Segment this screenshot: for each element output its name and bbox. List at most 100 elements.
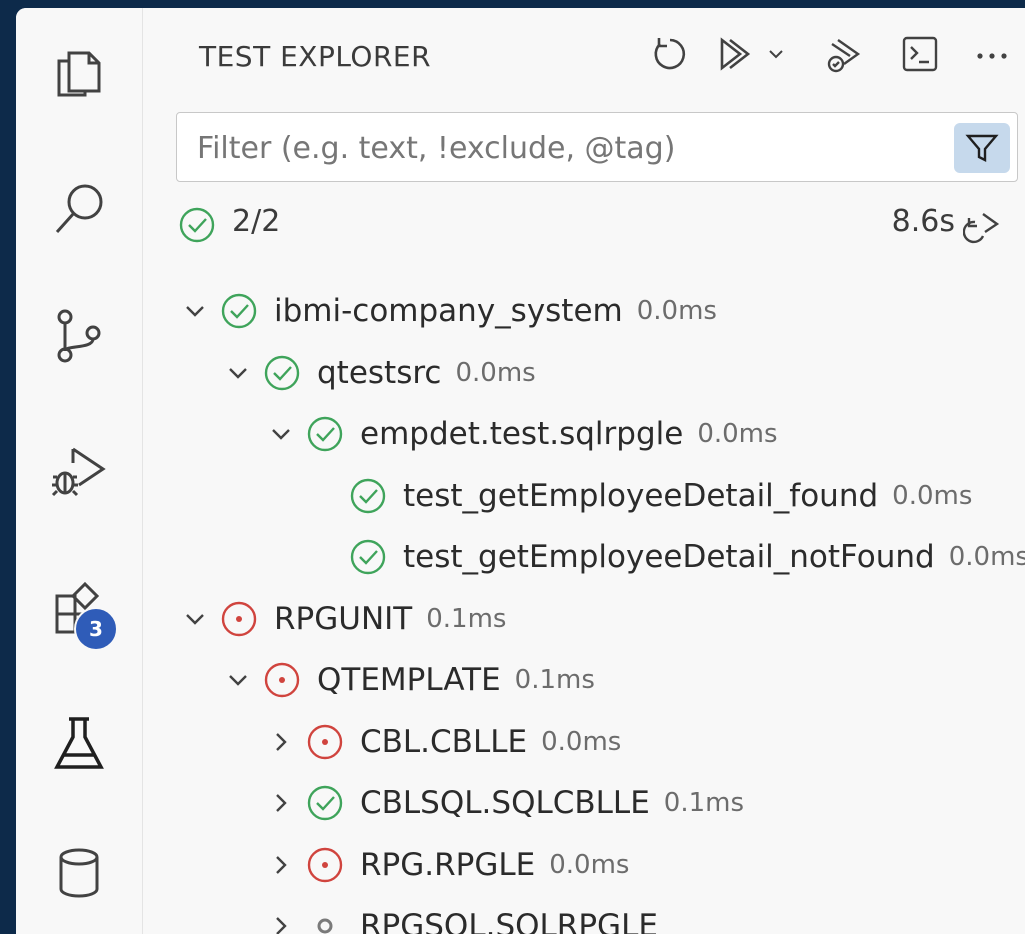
passed-icon xyxy=(350,539,386,575)
test-status xyxy=(263,661,301,699)
filter-input[interactable] xyxy=(195,123,939,173)
test-label: qtestsrc xyxy=(317,354,442,391)
skipped-icon xyxy=(317,918,333,934)
test-status xyxy=(349,538,387,576)
test-status xyxy=(306,415,344,453)
test-summary: 2/2 8.6s xyxy=(176,200,1009,244)
test-label: CBLSQL.SQLCBLLE xyxy=(360,785,650,821)
chevron-down-icon[interactable] xyxy=(178,602,212,636)
run-all-tests-button[interactable] xyxy=(711,32,761,76)
test-status xyxy=(306,784,344,822)
filter-options-button[interactable] xyxy=(954,123,1010,173)
test-label: RPGSQL.SQLRPGLE xyxy=(360,908,658,934)
failed-icon xyxy=(221,601,257,636)
passed-icon xyxy=(307,416,343,452)
chevron-down-icon[interactable] xyxy=(178,294,212,328)
total-duration: 8.6s xyxy=(891,204,955,239)
test-duration: 0.0ms xyxy=(697,419,778,449)
test-duration: 0.0ms xyxy=(892,480,973,511)
test-status xyxy=(306,846,344,884)
tree-item[interactable]: QTEMPLATE 0.1ms xyxy=(143,649,1025,711)
chevron-down-icon[interactable] xyxy=(264,417,298,451)
tree-item[interactable]: CBLSQL.SQLCBLLE 0.1ms xyxy=(143,772,1025,834)
chevron-down-icon[interactable] xyxy=(221,663,255,697)
test-label: RPGUNIT xyxy=(274,600,413,637)
tree-item[interactable]: RPG.RPGLE 0.0ms xyxy=(143,834,1025,896)
run-continuous-button[interactable] xyxy=(819,32,869,76)
filter-box xyxy=(176,112,1018,182)
test-duration: 0.1ms xyxy=(663,788,745,818)
refresh-tests-button[interactable] xyxy=(643,32,693,76)
test-label: ibmi-company_system xyxy=(274,293,623,329)
run-options-dropdown[interactable] xyxy=(763,32,789,76)
test-duration: 0.0ms xyxy=(549,849,630,880)
activity-bar: 3 xyxy=(16,8,143,934)
failed-icon xyxy=(307,847,343,882)
tree-item[interactable]: qtestsrc 0.0ms xyxy=(143,342,1025,404)
activity-search[interactable] xyxy=(16,173,142,243)
passed-icon xyxy=(350,478,386,513)
passed-icon xyxy=(307,785,343,821)
show-output-button[interactable] xyxy=(895,32,945,76)
test-count: 2/2 xyxy=(232,204,281,239)
terminal-icon xyxy=(902,36,938,72)
activity-extensions[interactable]: 3 xyxy=(16,573,142,651)
activity-source-control[interactable] xyxy=(16,300,142,370)
panel-header: TEST EXPLORER xyxy=(143,8,1025,100)
test-label: test_getEmployeeDetail_notFound xyxy=(403,539,935,575)
panel-title: TEST EXPLORER xyxy=(199,40,432,73)
test-status xyxy=(306,907,344,934)
test-label: empdet.test.sqlrpgle xyxy=(360,416,684,452)
tree-item[interactable]: CBL.CBLLE 0.0ms xyxy=(143,711,1025,773)
tree-item[interactable]: ibmi-company_system 0.0ms xyxy=(143,280,1025,342)
rerun-icon[interactable] xyxy=(963,206,1003,246)
more-icon xyxy=(977,53,1007,59)
files-icon xyxy=(57,51,101,97)
tree-item[interactable]: test_getEmployeeDetail_found 0.0ms xyxy=(143,465,1025,527)
test-status xyxy=(349,477,387,515)
run-continuous-icon xyxy=(827,39,861,73)
tree-item[interactable]: empdet.test.sqlrpgle 0.0ms xyxy=(143,403,1025,465)
test-duration: 0.0ms xyxy=(636,296,717,326)
passed-icon xyxy=(179,207,215,243)
test-duration: 0.1ms xyxy=(514,665,595,695)
tree-item[interactable]: RPGUNIT 0.1ms xyxy=(143,588,1025,650)
test-label: CBL.CBLLE xyxy=(360,723,528,760)
database-icon xyxy=(59,848,99,898)
run-debug-icon xyxy=(51,447,106,497)
extensions-badge: 3 xyxy=(74,607,118,651)
passed-icon xyxy=(221,293,257,329)
test-duration: 0.1ms xyxy=(426,603,507,634)
filter-icon xyxy=(965,134,999,162)
chevron-right-icon[interactable] xyxy=(264,786,298,820)
more-actions-button[interactable] xyxy=(967,32,1017,76)
chevron-right-icon[interactable] xyxy=(264,909,298,934)
test-duration: 0.0ms xyxy=(541,726,622,757)
test-status xyxy=(220,600,258,638)
test-duration: 0.0ms xyxy=(455,357,536,388)
chevron-right-icon[interactable] xyxy=(264,725,298,759)
activity-explorer[interactable] xyxy=(16,38,142,108)
failed-icon xyxy=(307,724,343,759)
test-status xyxy=(220,292,258,330)
test-status xyxy=(263,354,301,392)
activity-database[interactable] xyxy=(16,838,142,908)
test-status xyxy=(306,723,344,761)
search-icon xyxy=(55,184,103,234)
tree-item[interactable]: test_getEmployeeDetail_notFound 0.0ms xyxy=(143,526,1025,588)
dropdown-chevron-icon xyxy=(769,50,783,59)
chevron-right-icon[interactable] xyxy=(264,848,298,882)
beaker-icon xyxy=(54,717,104,769)
failed-icon xyxy=(264,662,300,698)
activity-testing[interactable] xyxy=(16,708,142,778)
source-control-icon xyxy=(57,309,101,363)
test-label: QTEMPLATE xyxy=(317,662,501,698)
refresh-icon xyxy=(654,38,686,70)
activity-run-debug[interactable] xyxy=(16,436,142,506)
test-label: test_getEmployeeDetail_found xyxy=(403,477,879,514)
test-label: RPG.RPGLE xyxy=(360,846,536,883)
chevron-down-icon[interactable] xyxy=(221,356,255,390)
tree-item[interactable]: RPGSQL.SQLRPGLE xyxy=(143,895,1025,934)
